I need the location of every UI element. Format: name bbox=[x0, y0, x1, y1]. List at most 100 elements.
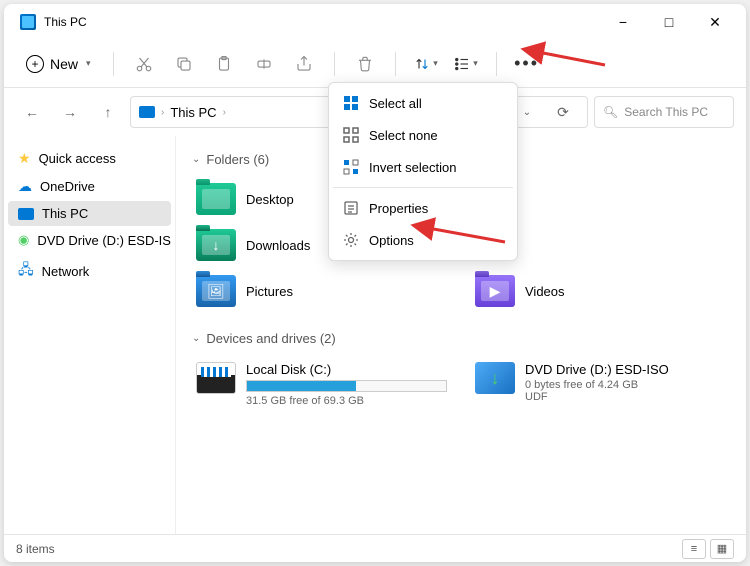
cut-button[interactable] bbox=[126, 46, 162, 82]
new-label: New bbox=[50, 56, 78, 72]
minimize-button[interactable]: − bbox=[600, 6, 646, 38]
section-label: Folders (6) bbox=[206, 152, 269, 167]
window-title: This PC bbox=[44, 15, 87, 29]
separator bbox=[333, 187, 513, 188]
search-placeholder: Search This PC bbox=[624, 105, 708, 119]
annotation-arrow bbox=[420, 220, 510, 255]
separator bbox=[113, 52, 114, 76]
item-count: 8 items bbox=[16, 542, 55, 556]
drive-name: DVD Drive (D:) ESD-ISO bbox=[525, 362, 726, 377]
star-icon: ★ bbox=[18, 150, 31, 167]
maximize-button[interactable]: □ bbox=[646, 6, 692, 38]
drive-info: Local Disk (C:) 31.5 GB free of 69.3 GB bbox=[246, 362, 447, 407]
chevron-right-icon: › bbox=[223, 107, 226, 118]
sidebar: ★ Quick access ☁ OneDrive This PC ◉ DVD Dri… bbox=[4, 136, 176, 534]
view-button[interactable]: ▾ bbox=[448, 46, 484, 82]
sidebar-item-label: This PC bbox=[42, 206, 88, 221]
breadcrumb-location: This PC bbox=[170, 105, 216, 120]
section-label: Devices and drives (2) bbox=[206, 331, 335, 346]
sidebar-item-label: Network bbox=[42, 264, 90, 279]
refresh-button[interactable]: ⟳ bbox=[547, 96, 579, 128]
folder-icon: ▶ bbox=[475, 275, 515, 307]
drive-fs: UDF bbox=[525, 391, 726, 403]
app-icon bbox=[20, 14, 36, 30]
sidebar-item-label: OneDrive bbox=[40, 179, 95, 194]
sidebar-item-dvd[interactable]: ◉ DVD Drive (D:) ESD-ISO bbox=[8, 227, 171, 253]
chevron-down-icon: ⌄ bbox=[192, 154, 200, 165]
select-none-item[interactable]: Select none bbox=[333, 119, 513, 151]
cloud-icon: ☁ bbox=[18, 178, 32, 195]
invert-selection-item[interactable]: Invert selection bbox=[333, 151, 513, 183]
sidebar-item-label: Quick access bbox=[39, 151, 116, 166]
drive-local-disk[interactable]: Local Disk (C:) 31.5 GB free of 69.3 GB bbox=[192, 358, 451, 411]
menu-label: Select none bbox=[369, 128, 438, 143]
search-input[interactable]: 🔍︎ Search This PC bbox=[594, 96, 734, 128]
select-none-icon bbox=[343, 127, 359, 143]
close-button[interactable]: ✕ bbox=[692, 6, 738, 38]
separator bbox=[496, 52, 497, 76]
toolbar: + New ▾ ▾ ▾ ••• bbox=[4, 40, 746, 88]
sidebar-item-quick-access[interactable]: ★ Quick access bbox=[8, 145, 171, 172]
up-button[interactable]: ↑ bbox=[92, 96, 124, 128]
dvd-icon bbox=[475, 362, 515, 394]
drives-section-header[interactable]: ⌄ Devices and drives (2) bbox=[192, 331, 730, 346]
network-icon: 🖧 bbox=[18, 259, 34, 283]
drive-free-text: 0 bytes free of 4.24 GB bbox=[525, 379, 726, 391]
chevron-down-icon: ▾ bbox=[86, 58, 91, 69]
thumbnails-view-button[interactable]: ▦ bbox=[710, 539, 734, 559]
share-button[interactable] bbox=[286, 46, 322, 82]
drive-name: Local Disk (C:) bbox=[246, 362, 447, 377]
sidebar-item-this-pc[interactable]: This PC bbox=[8, 201, 171, 226]
folder-label: Pictures bbox=[246, 284, 293, 299]
folder-icon bbox=[196, 183, 236, 215]
properties-icon bbox=[343, 200, 359, 216]
copy-button[interactable] bbox=[166, 46, 202, 82]
menu-label: Select all bbox=[369, 96, 422, 111]
drive-dvd[interactable]: DVD Drive (D:) ESD-ISO 0 bytes free of 4… bbox=[471, 358, 730, 411]
folder-label: Videos bbox=[525, 284, 565, 299]
delete-button[interactable] bbox=[347, 46, 383, 82]
details-view-button[interactable]: ≡ bbox=[682, 539, 706, 559]
status-bar: 8 items ≡ ▦ bbox=[4, 534, 746, 562]
chevron-right-icon: › bbox=[161, 107, 164, 118]
paste-button[interactable] bbox=[206, 46, 242, 82]
folder-icon: ↓ bbox=[196, 229, 236, 261]
drives-grid: Local Disk (C:) 31.5 GB free of 69.3 GB … bbox=[192, 358, 730, 411]
address-controls: ⌄ ⟳ bbox=[511, 96, 579, 128]
pc-icon bbox=[18, 208, 34, 220]
disc-icon: ◉ bbox=[18, 232, 29, 248]
select-all-icon bbox=[343, 95, 359, 111]
drive-info: DVD Drive (D:) ESD-ISO 0 bytes free of 4… bbox=[525, 362, 726, 407]
sidebar-item-network[interactable]: 🖧 Network bbox=[8, 254, 171, 288]
separator bbox=[395, 52, 396, 76]
disk-icon bbox=[196, 362, 236, 394]
capacity-bar bbox=[246, 380, 447, 392]
sidebar-item-label: DVD Drive (D:) ESD-ISO bbox=[37, 233, 171, 248]
drive-free-text: 31.5 GB free of 69.3 GB bbox=[246, 395, 447, 407]
folder-pictures[interactable]: 🖼 Pictures bbox=[192, 271, 451, 311]
annotation-arrow bbox=[530, 40, 610, 75]
sidebar-item-onedrive[interactable]: ☁ OneDrive bbox=[8, 173, 171, 200]
invert-icon bbox=[343, 159, 359, 175]
folder-label: Desktop bbox=[246, 192, 294, 207]
chevron-down-icon: ⌄ bbox=[192, 333, 200, 344]
menu-label: Invert selection bbox=[369, 160, 456, 175]
options-icon bbox=[343, 232, 359, 248]
rename-button[interactable] bbox=[246, 46, 282, 82]
search-icon: 🔍︎ bbox=[603, 105, 618, 119]
capacity-fill bbox=[247, 381, 356, 391]
separator bbox=[334, 52, 335, 76]
folder-videos[interactable]: ▶ Videos bbox=[471, 271, 730, 311]
folder-label: Downloads bbox=[246, 238, 310, 253]
plus-icon: + bbox=[26, 55, 44, 73]
titlebar: This PC − □ ✕ bbox=[4, 4, 746, 40]
sort-button[interactable]: ▾ bbox=[408, 46, 444, 82]
forward-button[interactable]: → bbox=[54, 96, 86, 128]
back-button[interactable]: ← bbox=[16, 96, 48, 128]
menu-label: Properties bbox=[369, 201, 428, 216]
select-all-item[interactable]: Select all bbox=[333, 87, 513, 119]
menu-label: Options bbox=[369, 233, 414, 248]
folder-icon: 🖼 bbox=[196, 275, 236, 307]
new-button[interactable]: + New ▾ bbox=[16, 49, 101, 79]
chevron-down-icon: ▾ bbox=[473, 58, 478, 69]
